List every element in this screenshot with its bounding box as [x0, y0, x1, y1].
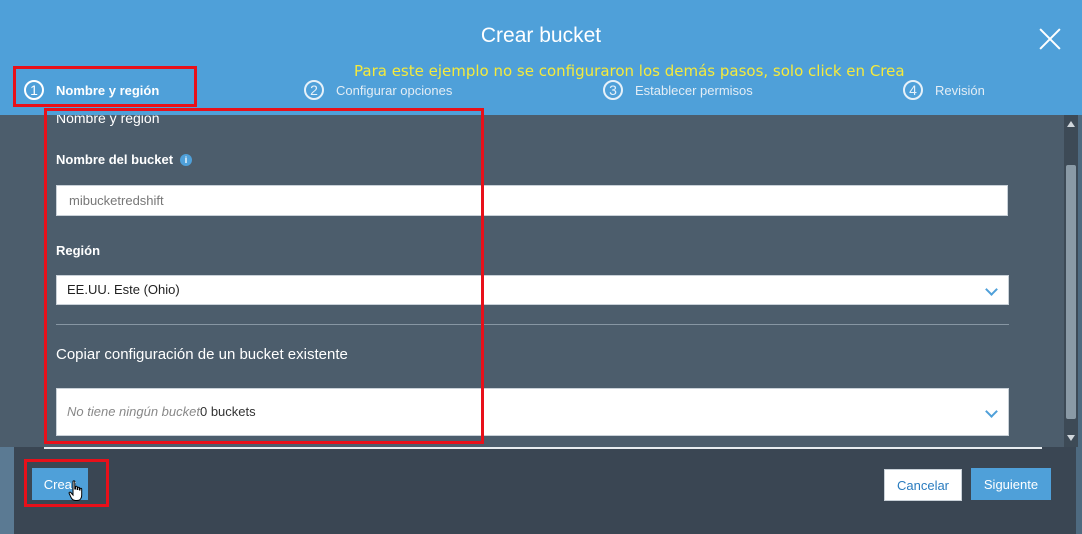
step-nombre-region[interactable]: 1 Nombre y región [24, 78, 159, 102]
info-icon[interactable]: i [180, 154, 193, 166]
close-icon[interactable] [1038, 27, 1062, 51]
step-number: 1 [24, 80, 44, 100]
dialog-header: Crear bucket 1 Nombre y región 2 Configu… [0, 0, 1082, 115]
scrollbar[interactable] [1064, 115, 1078, 447]
bucket-name-input[interactable]: mibucketredshift [56, 185, 1008, 216]
chevron-down-icon [985, 283, 998, 296]
dialog-title: Crear bucket [480, 24, 602, 47]
scroll-up-icon[interactable] [1067, 121, 1075, 127]
annotation-note: Para este ejemplo no se configuraron los… [354, 62, 905, 80]
next-button[interactable]: Siguiente [971, 468, 1051, 500]
scrollbar-thumb[interactable] [1066, 165, 1076, 419]
section-heading: Nombre y región [56, 115, 160, 126]
copy-bucket-select[interactable]: No tiene ningún bucket0 buckets [56, 388, 1009, 436]
step-label: Configurar opciones [336, 82, 453, 98]
step-establecer-permisos[interactable]: 3 Establecer permisos [603, 78, 753, 102]
step-label: Nombre y región [56, 82, 160, 98]
scroll-down-icon[interactable] [1067, 435, 1075, 441]
copy-config-heading: Copiar configuración de un bucket existe… [56, 346, 348, 363]
region-select[interactable]: EE.UU. Este (Ohio) [56, 275, 1009, 305]
cancel-button[interactable]: Cancelar [884, 469, 962, 501]
step-label: Revisión [935, 82, 985, 98]
region-label: Región [56, 243, 101, 258]
bucket-count: 0 buckets [199, 404, 256, 419]
step-label: Establecer permisos [635, 82, 753, 98]
dialog-content: Nombre y región Nombre del bucket i mibuc… [0, 115, 1064, 447]
divider [56, 324, 1009, 325]
region-value: EE.UU. Este (Ohio) [67, 282, 180, 297]
copy-placeholder: No tiene ningún bucket [67, 404, 200, 419]
bucket-name-label-text: Nombre del bucket [56, 152, 174, 167]
step-number: 2 [304, 80, 324, 100]
step-number: 3 [603, 80, 623, 100]
step-configurar-opciones[interactable]: 2 Configurar opciones [304, 78, 452, 102]
bucket-name-label: Nombre del bucket i [56, 152, 193, 167]
chevron-down-icon [985, 405, 998, 418]
step-revision[interactable]: 4 Revisión [903, 78, 985, 102]
footer-divider [44, 447, 1042, 449]
hand-cursor-icon [68, 480, 83, 501]
step-number: 4 [903, 80, 923, 100]
